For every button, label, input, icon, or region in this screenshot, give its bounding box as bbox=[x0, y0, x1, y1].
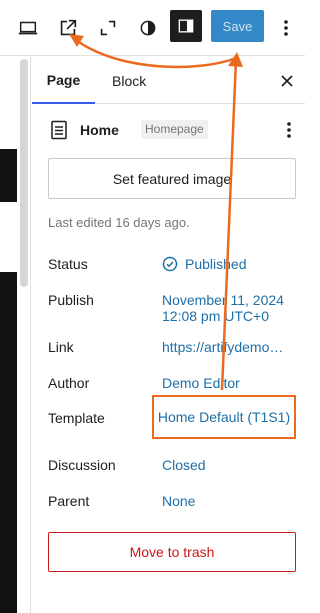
document-summary: Home Homepage bbox=[48, 117, 303, 143]
move-to-trash-button[interactable]: Move to trash bbox=[48, 532, 296, 572]
parent-value[interactable]: None bbox=[162, 493, 195, 509]
template-highlight-box[interactable]: Home Default (T1S1) bbox=[152, 395, 296, 439]
editor-canvas[interactable] bbox=[0, 57, 31, 613]
fullscreen-icon bbox=[100, 20, 116, 36]
settings-sidebar: Page Block Home Homepage Set featured im… bbox=[32, 57, 305, 613]
more-vertical-icon bbox=[284, 20, 288, 36]
desktop-preview-button[interactable] bbox=[12, 12, 44, 44]
contrast-icon bbox=[140, 20, 156, 36]
discussion-value[interactable]: Closed bbox=[162, 457, 206, 473]
sidebar-tabs: Page Block bbox=[32, 57, 305, 104]
discussion-label: Discussion bbox=[48, 457, 116, 473]
last-edited-text: Last edited 16 days ago. bbox=[48, 215, 190, 230]
template-label: Template bbox=[48, 410, 105, 426]
document-actions-button[interactable] bbox=[281, 119, 297, 141]
close-sidebar-button[interactable] bbox=[277, 71, 297, 91]
status-label: Status bbox=[48, 256, 88, 272]
link-value[interactable]: https://artifydemo… bbox=[162, 339, 283, 355]
publish-time-line: 12:08 pm UTC+0 bbox=[162, 308, 269, 324]
publish-date-line: November 11, 2024 bbox=[162, 292, 284, 308]
canvas-block[interactable] bbox=[0, 149, 17, 202]
author-label: Author bbox=[48, 375, 90, 391]
close-icon bbox=[281, 75, 293, 87]
publish-label: Publish bbox=[48, 292, 94, 308]
editor-toolbar: Save bbox=[0, 0, 305, 56]
set-featured-image-button[interactable]: Set featured image bbox=[48, 158, 296, 199]
more-vertical-icon bbox=[287, 122, 291, 138]
view-page-button[interactable] bbox=[52, 12, 84, 44]
author-value[interactable]: Demo Editor bbox=[162, 375, 240, 391]
tab-page[interactable]: Page bbox=[32, 57, 95, 104]
published-check-icon bbox=[162, 256, 178, 272]
document-title: Home bbox=[80, 122, 119, 138]
publish-date-value[interactable]: November 11, 2024 12:08 pm UTC+0 bbox=[162, 292, 297, 324]
canvas-block[interactable] bbox=[0, 272, 17, 613]
status-value-text: Published bbox=[185, 256, 247, 272]
settings-sidebar-toggle[interactable] bbox=[170, 10, 202, 42]
status-value[interactable]: Published bbox=[162, 256, 247, 272]
options-menu-button[interactable] bbox=[274, 12, 298, 44]
external-link-icon bbox=[60, 19, 77, 36]
parent-label: Parent bbox=[48, 493, 90, 509]
desktop-icon bbox=[18, 21, 38, 35]
tab-block[interactable]: Block bbox=[110, 57, 148, 104]
homepage-badge: Homepage bbox=[141, 120, 208, 139]
sidebar-toggle-icon bbox=[178, 19, 194, 33]
page-icon bbox=[51, 120, 67, 140]
template-value[interactable]: Home Default (T1S1) bbox=[158, 409, 290, 425]
fullscreen-button[interactable] bbox=[92, 12, 124, 44]
link-label: Link bbox=[48, 339, 74, 355]
canvas-scrollbar[interactable] bbox=[20, 59, 28, 287]
save-button[interactable]: Save bbox=[211, 10, 264, 42]
styles-button[interactable] bbox=[132, 12, 164, 44]
